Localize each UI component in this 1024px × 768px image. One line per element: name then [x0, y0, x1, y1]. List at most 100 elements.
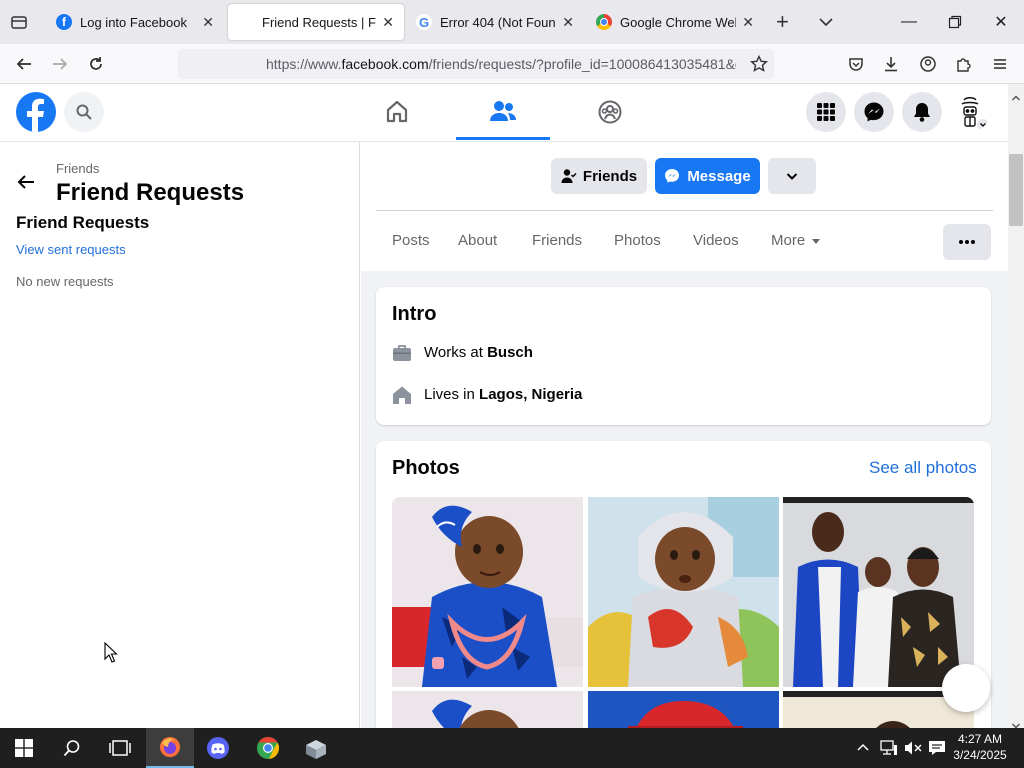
- close-tab-icon[interactable]: ✕: [382, 14, 394, 31]
- tab-list-chevron-icon[interactable]: [816, 12, 836, 32]
- work-info: Works at Busch: [424, 344, 533, 361]
- chrome-taskbar-icon[interactable]: [244, 728, 292, 768]
- extensions-icon[interactable]: [952, 52, 976, 76]
- message-button-label: Message: [687, 167, 751, 185]
- see-all-photos-link[interactable]: See all photos: [869, 458, 977, 478]
- photo-thumbnail[interactable]: [588, 497, 779, 687]
- pocket-icon[interactable]: [844, 52, 868, 76]
- hamburger-menu-icon[interactable]: [988, 52, 1012, 76]
- section-title: Friend Requests: [16, 213, 150, 232]
- menu-grid-icon[interactable]: [806, 92, 846, 132]
- notifications-icon[interactable]: [928, 740, 946, 761]
- tab-about[interactable]: About: [458, 232, 497, 249]
- volume-muted-icon[interactable]: [904, 740, 922, 761]
- facebook-logo[interactable]: [16, 92, 56, 132]
- task-view-icon[interactable]: [96, 728, 144, 768]
- tab-friends[interactable]: Friends: [532, 232, 582, 249]
- tab-friend-requests[interactable]: Friend Requests | Facebook ✕: [228, 4, 404, 40]
- photos-card: Photos See all photos: [376, 441, 991, 728]
- tab-more[interactable]: More: [771, 232, 821, 249]
- firefox-taskbar-icon[interactable]: [146, 728, 194, 768]
- bell-icon[interactable]: [902, 92, 942, 132]
- app-taskbar-icon[interactable]: [292, 728, 340, 768]
- account-avatar[interactable]: [950, 92, 990, 132]
- tray-chevron-up-icon[interactable]: [856, 741, 870, 760]
- location-prefix: Lives in: [424, 386, 480, 403]
- back-arrow-icon[interactable]: [16, 172, 36, 197]
- ellipsis-icon: [959, 240, 975, 244]
- google-favicon: G: [416, 14, 432, 30]
- tab-label: Friend Requests | Facebook: [262, 14, 376, 30]
- tab-label: Log into Facebook: [80, 14, 187, 30]
- blank-favicon: [238, 14, 254, 30]
- url-text[interactable]: https://www.facebook.com/friends/request…: [266, 56, 736, 72]
- photos-title: Photos: [392, 457, 460, 479]
- tab-log-into-facebook[interactable]: f Log into Facebook ✕: [46, 4, 224, 40]
- messenger-icon[interactable]: [854, 92, 894, 132]
- profile-options-button[interactable]: [943, 224, 991, 260]
- photo-thumbnail[interactable]: [783, 497, 974, 687]
- caret-down-icon: [812, 238, 821, 244]
- briefcase-icon: [392, 343, 412, 368]
- bookmark-star-icon[interactable]: [749, 54, 769, 78]
- account-chevron-down-icon[interactable]: [977, 119, 989, 131]
- chevron-down-icon: [786, 173, 798, 180]
- profile-action-bar: Friends Message Posts About Friends Phot…: [361, 142, 1008, 271]
- url-prefix: https://www.: [266, 56, 342, 72]
- clock-date: 3/24/2025: [953, 748, 1007, 762]
- friends-icon[interactable]: [456, 84, 550, 140]
- maximize-icon[interactable]: [932, 0, 978, 44]
- breadcrumb[interactable]: Friends: [56, 161, 99, 176]
- more-actions-dropdown[interactable]: [768, 158, 816, 194]
- message-button[interactable]: Message: [655, 158, 760, 194]
- clock[interactable]: 4:27 AM 3/24/2025: [944, 731, 1016, 763]
- browser-tab-bar: f Log into Facebook ✕ Friend Requests | …: [0, 0, 1024, 44]
- download-icon[interactable]: [879, 52, 903, 76]
- account-icon[interactable]: [916, 52, 940, 76]
- home-icon: [392, 385, 412, 410]
- home-icon[interactable]: [350, 84, 444, 140]
- photo-thumbnail[interactable]: [392, 691, 583, 728]
- profile-preview: Friends Message Posts About Friends Phot…: [361, 142, 1008, 728]
- tab-label: Error 404 (Not Found)!!1: [440, 14, 556, 30]
- scrollbar-thumb[interactable]: [1009, 154, 1023, 226]
- scroll-up-arrow-icon[interactable]: [1012, 88, 1020, 106]
- messenger-icon: [665, 169, 680, 183]
- windows-start-icon[interactable]: [0, 728, 48, 768]
- new-tab-icon[interactable]: +: [776, 10, 796, 34]
- tab-photos[interactable]: Photos: [614, 232, 661, 249]
- forward-arrow-icon[interactable]: [48, 52, 72, 76]
- photo-thumbnail[interactable]: [588, 691, 779, 728]
- work-place[interactable]: Busch: [487, 344, 533, 361]
- tab-error-404[interactable]: G Error 404 (Not Found)!!1 ✕: [406, 4, 584, 40]
- address-bar[interactable]: https://www.facebook.com/friends/request…: [178, 49, 774, 79]
- close-tab-icon[interactable]: ✕: [202, 14, 214, 31]
- photo-thumbnail[interactable]: [392, 497, 583, 687]
- browser-nav-bar: https://www.facebook.com/friends/request…: [0, 44, 1024, 84]
- tab-posts[interactable]: Posts: [392, 232, 430, 249]
- close-tab-icon[interactable]: ✕: [562, 14, 574, 31]
- groups-icon[interactable]: [563, 84, 657, 140]
- view-sent-requests-link[interactable]: View sent requests: [16, 242, 126, 257]
- network-icon[interactable]: [880, 740, 898, 761]
- close-tab-icon[interactable]: ✕: [742, 14, 754, 31]
- tab-overview-icon[interactable]: [10, 13, 28, 31]
- search-icon[interactable]: [64, 92, 104, 132]
- page-scrollbar[interactable]: [1008, 84, 1024, 729]
- tab-google-chrome[interactable]: Google Chrome Web Browser ✕: [586, 4, 764, 40]
- location-place[interactable]: Lagos, Nigeria: [479, 386, 582, 403]
- mouse-cursor-icon: [104, 641, 118, 669]
- friends-button[interactable]: Friends: [551, 158, 647, 194]
- reload-icon[interactable]: [84, 52, 108, 76]
- facebook-favicon: f: [56, 14, 72, 30]
- discord-taskbar-icon[interactable]: [194, 728, 242, 768]
- taskbar-search-icon[interactable]: [48, 728, 96, 768]
- windows-taskbar: 4:27 AM 3/24/2025: [0, 728, 1024, 768]
- close-window-icon[interactable]: ✕: [978, 0, 1024, 44]
- friend-requests-sidebar: Friends Friend Requests Friend Requests …: [0, 142, 360, 728]
- tab-label: Google Chrome Web Browser: [620, 14, 736, 30]
- minimize-icon[interactable]: —: [886, 0, 932, 44]
- tab-videos[interactable]: Videos: [693, 232, 739, 249]
- back-arrow-icon[interactable]: [12, 52, 36, 76]
- scroll-to-top-button[interactable]: [942, 664, 990, 712]
